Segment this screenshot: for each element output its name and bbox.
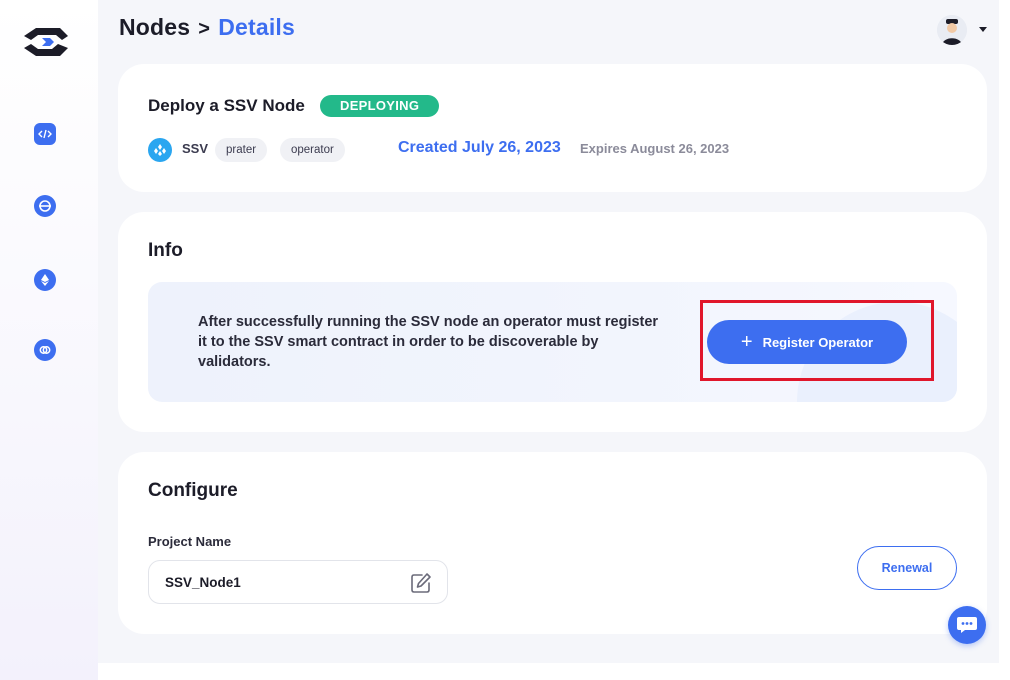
- info-text: After successfully running the SSV node …: [198, 314, 659, 370]
- project-name-field[interactable]: SSV_Node1: [148, 560, 448, 604]
- configure-title: Configure: [148, 480, 238, 501]
- status-badge: DEPLOYING: [320, 95, 440, 117]
- node-title: Deploy a SSV Node: [148, 96, 305, 115]
- link-icon[interactable]: [34, 339, 56, 361]
- protocol-label: SSV: [182, 141, 209, 156]
- expires-date: Expires August 26, 2023: [580, 141, 730, 156]
- chevron-down-icon[interactable]: [979, 27, 987, 32]
- breadcrumb-separator: >: [198, 18, 211, 40]
- created-date: Created July 26, 2023: [398, 139, 561, 156]
- breadcrumb-current: Details: [218, 14, 296, 40]
- breadcrumb-nodes-link[interactable]: Nodes: [119, 14, 190, 40]
- breadcrumb: Nodes > Details: [119, 14, 295, 41]
- ethereum-icon[interactable]: [34, 269, 56, 291]
- node-summary-card: Deploy a SSV Node DEPLOYING SSV prater o…: [118, 64, 987, 192]
- renewal-button[interactable]: Renewal: [857, 546, 957, 590]
- project-name-value: SSV_Node1: [165, 575, 241, 590]
- ssv-protocol-icon: [148, 138, 172, 162]
- chat-support-icon[interactable]: [948, 606, 986, 644]
- app-logo-icon[interactable]: [20, 24, 72, 60]
- network-icon[interactable]: [34, 195, 56, 217]
- avatar[interactable]: [937, 15, 967, 45]
- info-title: Info: [148, 240, 183, 261]
- tag-network: prater: [215, 138, 268, 162]
- configure-card: Configure Project Name SSV_Node1 Renewal: [118, 452, 987, 634]
- sidebar: [0, 0, 98, 680]
- tag-role: operator: [280, 138, 345, 162]
- code-icon[interactable]: [34, 123, 56, 145]
- project-name-label: Project Name: [148, 534, 232, 549]
- edit-icon[interactable]: [409, 571, 433, 595]
- highlight-box: [700, 300, 934, 381]
